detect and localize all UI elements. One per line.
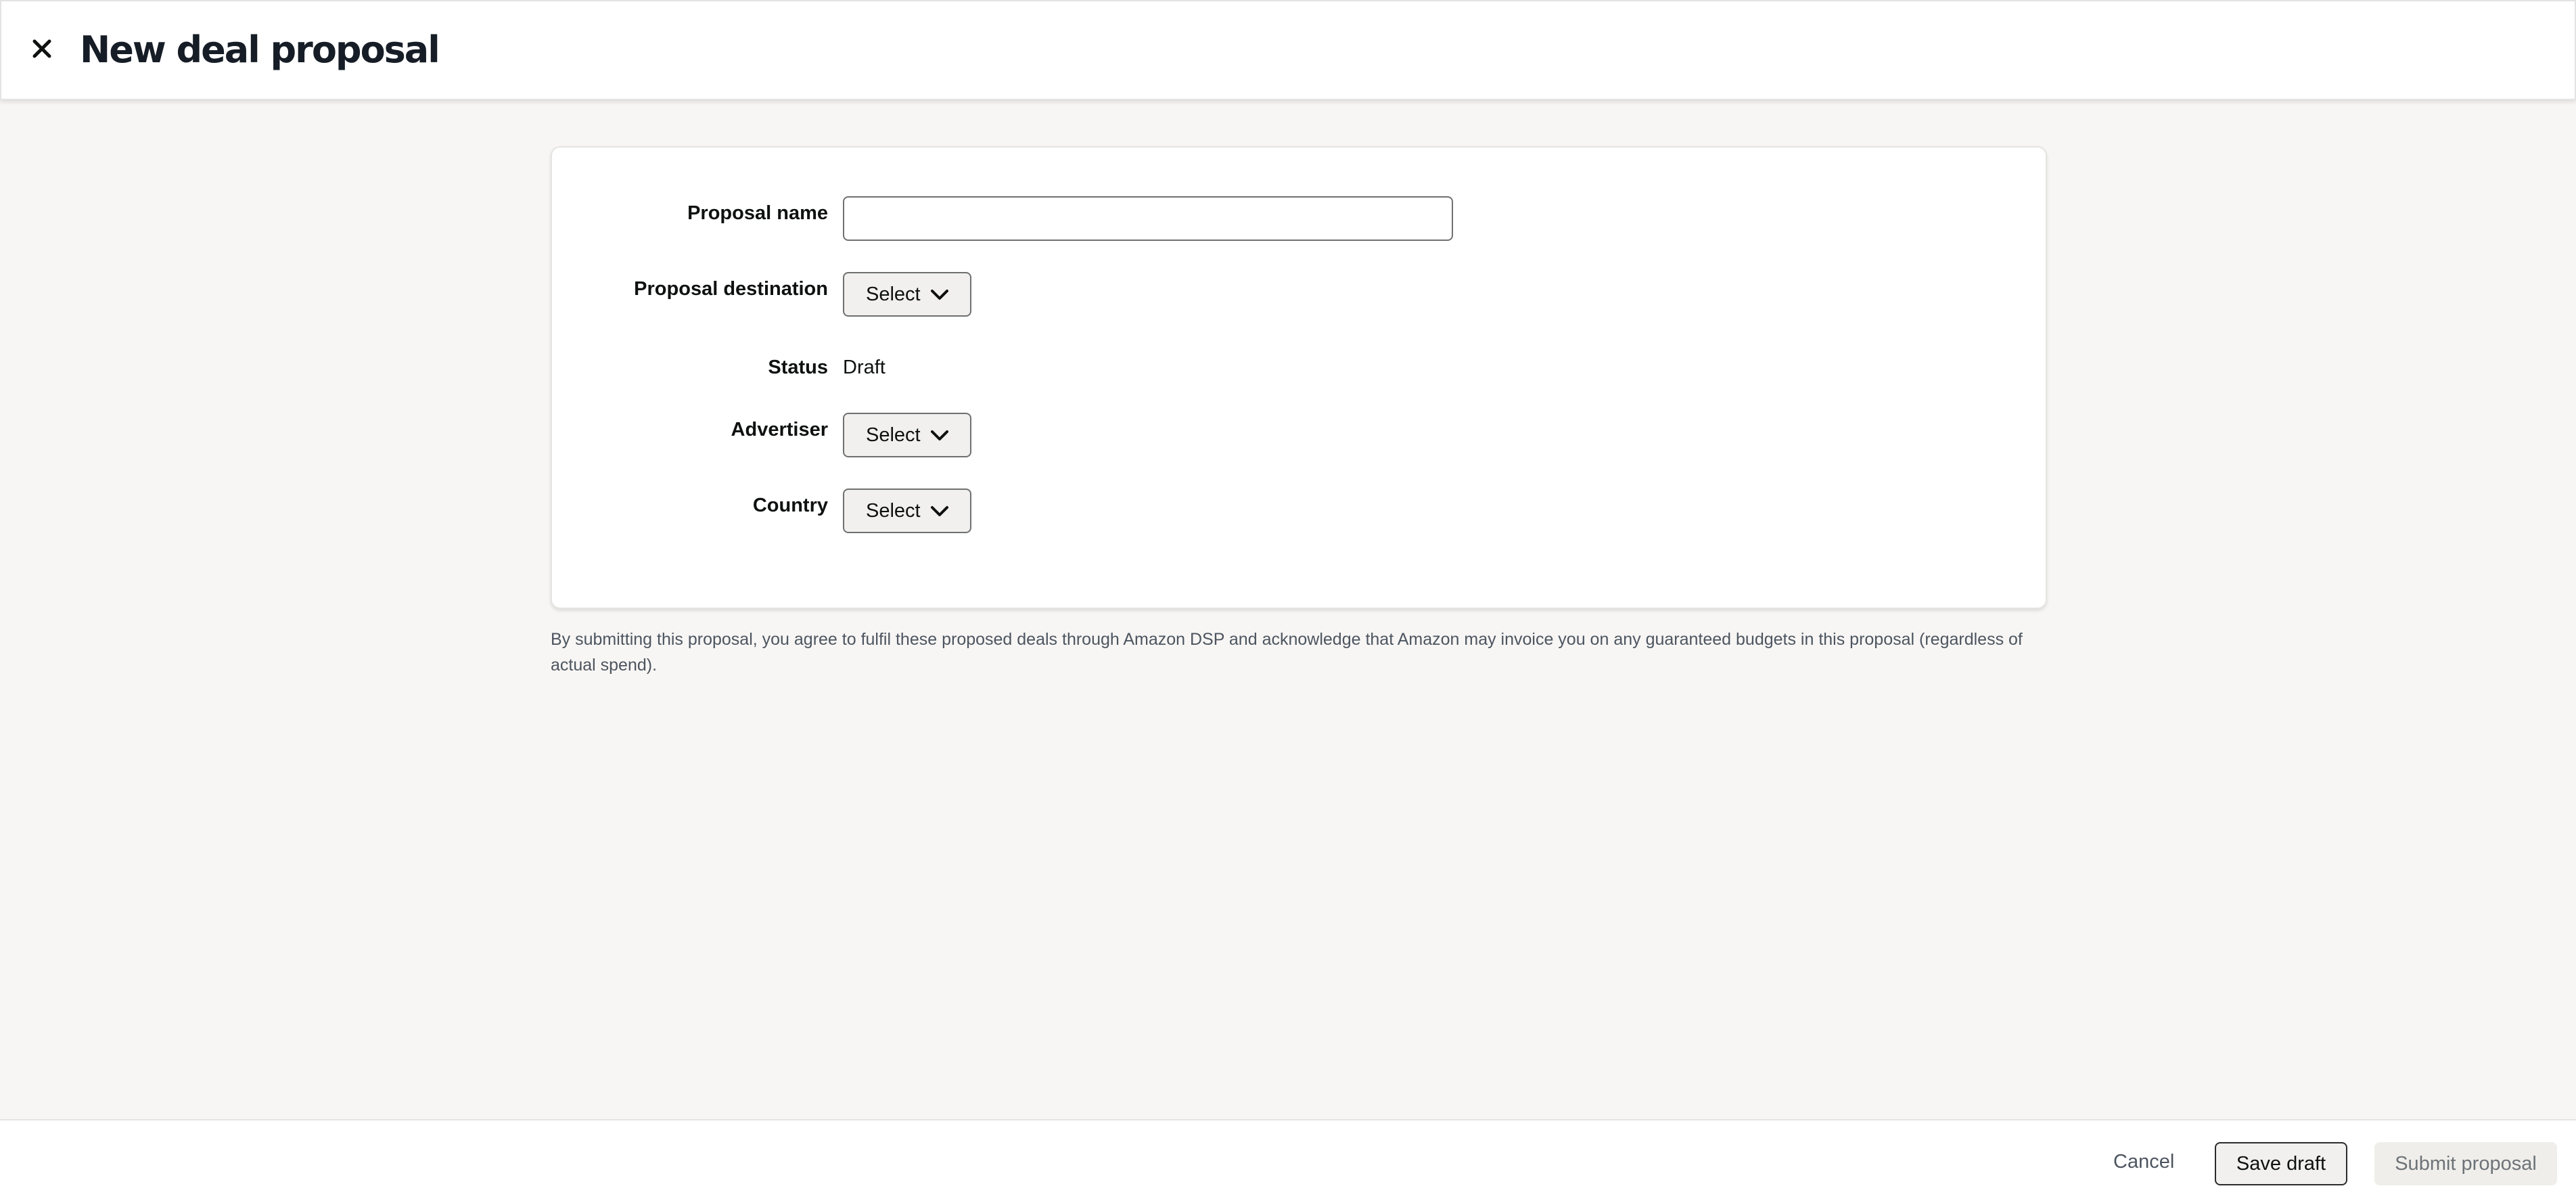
- proposal-destination-select[interactable]: Select: [843, 272, 971, 317]
- proposal-name-row: Proposal name: [552, 196, 2046, 241]
- country-select-label: Select: [866, 500, 921, 522]
- proposal-name-input[interactable]: [843, 196, 1453, 241]
- advertiser-row: Advertiser Select: [552, 413, 2046, 457]
- close-button[interactable]: [24, 31, 60, 66]
- status-row: Status Draft: [552, 353, 2046, 398]
- page-footer: Cancel Save draft Submit proposal: [0, 1119, 2576, 1203]
- proposal-destination-label: Proposal destination: [634, 278, 828, 300]
- chevron-down-icon: [931, 290, 948, 300]
- country-select[interactable]: Select: [843, 489, 971, 533]
- disclaimer-text: By submitting this proposal, you agree t…: [551, 630, 2023, 675]
- proposal-name-label: Proposal name: [687, 202, 828, 224]
- proposal-destination-select-label: Select: [866, 283, 921, 305]
- country-label: Country: [752, 495, 828, 516]
- page-header: New deal proposal: [0, 0, 2576, 100]
- page-title: New deal proposal: [80, 28, 440, 71]
- country-row: Country Select: [552, 489, 2046, 533]
- save-draft-button[interactable]: Save draft: [2215, 1142, 2347, 1185]
- advertiser-select-label: Select: [866, 424, 921, 446]
- chevron-down-icon: [931, 430, 948, 440]
- advertiser-label: Advertiser: [731, 419, 828, 440]
- status-value: Draft: [843, 357, 886, 378]
- chevron-down-icon: [931, 506, 948, 516]
- status-label: Status: [768, 357, 828, 378]
- proposal-destination-row: Proposal destination Select: [552, 272, 2046, 317]
- close-icon: [32, 39, 51, 58]
- proposal-form-card: Proposal name Proposal destination Selec…: [551, 146, 2047, 609]
- submit-proposal-button[interactable]: Submit proposal: [2374, 1142, 2557, 1185]
- advertiser-select[interactable]: Select: [843, 413, 971, 457]
- cancel-button[interactable]: Cancel: [2113, 1150, 2174, 1173]
